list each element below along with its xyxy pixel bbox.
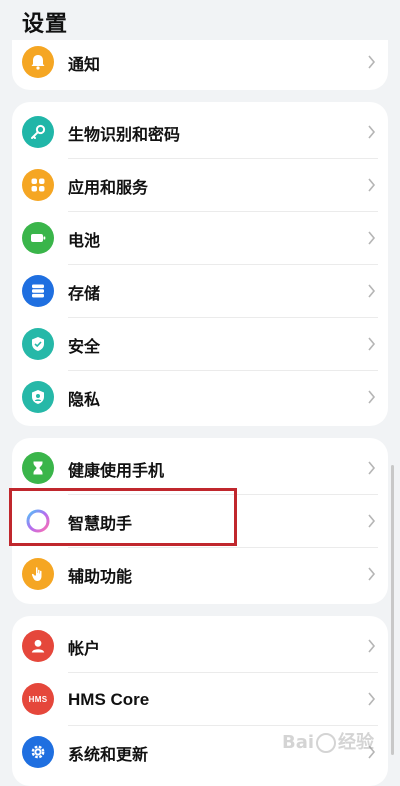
settings-item-label: 存储 [68, 283, 101, 303]
chevron-right-icon [368, 390, 376, 404]
settings-item-label: 隐私 [68, 389, 101, 409]
settings-item-security[interactable]: 安全 [12, 318, 388, 371]
settings-item-privacy[interactable]: 隐私 [12, 371, 388, 424]
storage-icon [22, 275, 54, 307]
settings-item-account[interactable]: 帐户 [12, 620, 388, 673]
settings-item-label: 辅助功能 [68, 566, 133, 586]
settings-item-label: 生物识别和密码 [68, 124, 181, 144]
chevron-right-icon [368, 231, 376, 245]
settings-item-apps-services[interactable]: 应用和服务 [12, 159, 388, 212]
bell-icon [22, 46, 54, 78]
assistant-ring-icon [22, 505, 54, 537]
hourglass-icon [22, 452, 54, 484]
user-icon [22, 630, 54, 662]
key-icon [22, 116, 54, 148]
gear-icon [22, 736, 54, 768]
chevron-right-icon [368, 178, 376, 192]
apps-icon [22, 169, 54, 201]
settings-item-battery[interactable]: 电池 [12, 212, 388, 265]
shield-check-icon [22, 328, 54, 360]
hms-icon: HMS [22, 683, 54, 715]
settings-item-biometrics[interactable]: 生物识别和密码 [12, 106, 388, 159]
watermark-text-left: Bai [282, 732, 315, 753]
settings-item-label: HMS Core [68, 689, 150, 709]
settings-item-digital-balance[interactable]: 健康使用手机 [12, 442, 388, 495]
settings-item-label: 智慧助手 [68, 513, 133, 533]
chevron-right-icon [368, 692, 376, 706]
chevron-right-icon [368, 639, 376, 653]
chevron-right-icon [368, 514, 376, 528]
settings-item-label: 电池 [68, 230, 101, 250]
chevron-right-icon [368, 55, 376, 69]
chevron-right-icon [368, 461, 376, 475]
settings-item-smart-assistant[interactable]: 智慧助手 [12, 495, 388, 548]
scrollbar[interactable] [391, 465, 394, 755]
chevron-right-icon [368, 284, 376, 298]
settings-item-label: 通知 [68, 54, 101, 74]
chevron-right-icon [368, 337, 376, 351]
paw-icon [316, 733, 337, 753]
hms-badge-text: HMS [28, 694, 48, 704]
settings-group-wellbeing: 健康使用手机 智慧助手 辅助功能 [12, 438, 388, 604]
settings-item-label: 帐户 [68, 638, 101, 658]
page-title: 设置 [22, 12, 69, 37]
settings-item-storage[interactable]: 存储 [12, 265, 388, 318]
settings-group-device: 生物识别和密码 应用和服务 电池 存储 安全 隐私 [12, 102, 388, 426]
hand-icon [22, 558, 54, 590]
watermark: Bai 经验 [282, 728, 374, 754]
settings-item-label: 系统和更新 [68, 744, 149, 764]
chevron-right-icon [368, 567, 376, 581]
watermark-text-right: 经验 [338, 732, 375, 753]
chevron-right-icon [368, 125, 376, 139]
settings-group-account-system: 帐户 HMS HMS Core 系统和更新 [12, 616, 388, 786]
privacy-shield-icon [22, 381, 54, 413]
settings-item-hms-core[interactable]: HMS HMS Core [12, 673, 388, 726]
settings-item-accessibility[interactable]: 辅助功能 [12, 548, 388, 601]
settings-item-notifications[interactable]: 通知 [12, 40, 388, 89]
settings-group-notifications: 通知 [12, 40, 388, 90]
battery-icon [22, 222, 54, 254]
settings-item-label: 应用和服务 [68, 177, 149, 197]
settings-item-label: 健康使用手机 [68, 460, 165, 480]
settings-item-label: 安全 [68, 336, 101, 356]
